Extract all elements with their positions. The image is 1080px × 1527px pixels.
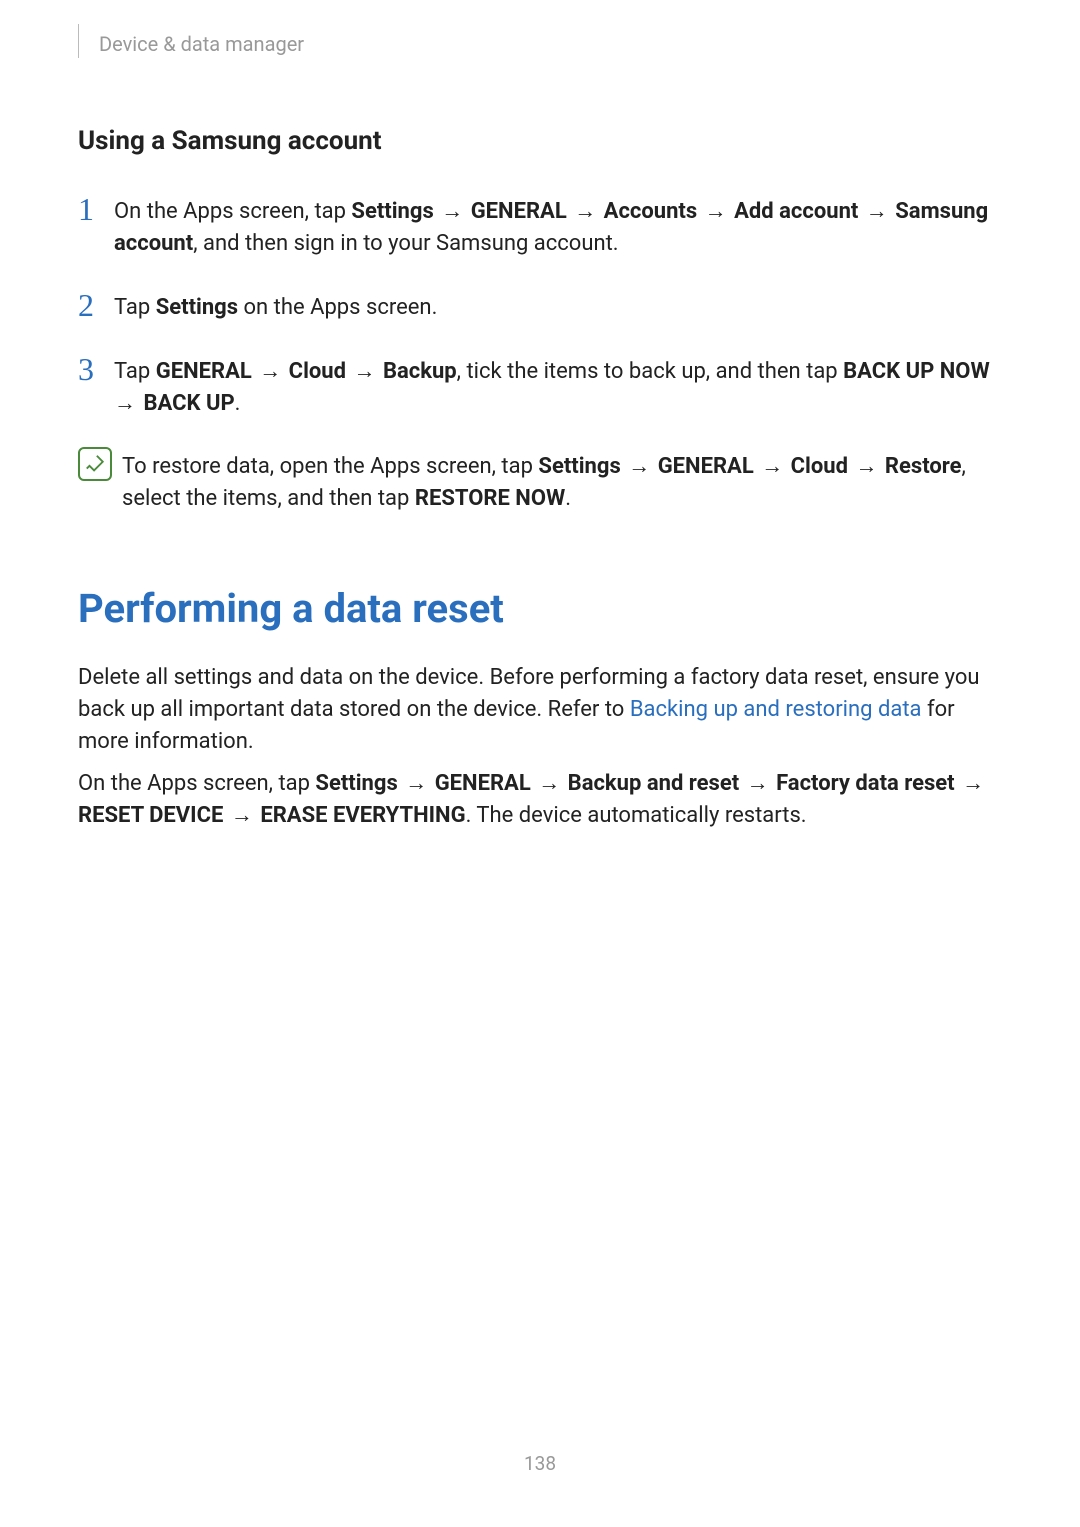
text: On the Apps screen, tap bbox=[114, 199, 351, 224]
step-number: 1 bbox=[78, 192, 114, 227]
bold: Backup and reset bbox=[568, 771, 740, 796]
bold: ERASE EVERYTHING bbox=[260, 803, 465, 828]
page-number: 138 bbox=[0, 1452, 1080, 1475]
bold: RESTORE NOW bbox=[415, 486, 565, 511]
arrow: → bbox=[398, 771, 435, 796]
arrow: → bbox=[858, 199, 895, 224]
note-block: To restore data, open the Apps screen, t… bbox=[78, 447, 1002, 515]
step-text: Tap GENERAL → Cloud → Backup, tick the i… bbox=[114, 352, 1002, 420]
step-3: 3 Tap GENERAL → Cloud → Backup, tick the… bbox=[78, 352, 1002, 420]
arrow: → bbox=[739, 771, 776, 796]
bold: Factory data reset bbox=[776, 771, 955, 796]
bold: Settings bbox=[351, 199, 433, 224]
body-paragraph: Delete all settings and data on the devi… bbox=[78, 662, 1002, 758]
arrow: → bbox=[754, 454, 791, 479]
bold: Cloud bbox=[289, 359, 346, 384]
arrow: → bbox=[697, 199, 734, 224]
text: Tap bbox=[114, 295, 156, 320]
bold: BACK UP NOW bbox=[843, 359, 990, 384]
bold: Settings bbox=[156, 295, 238, 320]
arrow: → bbox=[955, 771, 986, 796]
bold: Backup bbox=[383, 359, 457, 384]
text: . bbox=[565, 486, 571, 511]
arrow: → bbox=[621, 454, 658, 479]
arrow: → bbox=[567, 199, 604, 224]
bold: BACK UP bbox=[143, 391, 234, 416]
bold: Cloud bbox=[791, 454, 848, 479]
step-number: 2 bbox=[78, 288, 114, 323]
text: On the Apps screen, tap bbox=[78, 771, 315, 796]
arrow: → bbox=[848, 454, 885, 479]
text: Tap bbox=[114, 359, 156, 384]
bold: GENERAL bbox=[658, 454, 754, 479]
main-heading: Performing a data reset bbox=[78, 585, 1002, 632]
text: , tick the items to back up, and then ta… bbox=[457, 359, 843, 384]
bold: Add account bbox=[734, 199, 858, 224]
text: on the Apps screen. bbox=[238, 295, 437, 320]
text: To restore data, open the Apps screen, t… bbox=[122, 454, 538, 479]
breadcrumb-text: Device & data manager bbox=[99, 32, 304, 56]
body-paragraph: On the Apps screen, tap Settings → GENER… bbox=[78, 768, 1002, 832]
bold: GENERAL bbox=[156, 359, 252, 384]
step-1: 1 On the Apps screen, tap Settings → GEN… bbox=[78, 192, 1002, 260]
bold: Settings bbox=[538, 454, 620, 479]
page-content: Device & data manager Using a Samsung ac… bbox=[0, 0, 1080, 892]
step-2: 2 Tap Settings on the Apps screen. bbox=[78, 288, 1002, 324]
text: . The device automatically restarts. bbox=[466, 803, 807, 828]
step-text: On the Apps screen, tap Settings → GENER… bbox=[114, 192, 1002, 260]
header-divider bbox=[78, 24, 79, 58]
note-text: To restore data, open the Apps screen, t… bbox=[122, 447, 1002, 515]
note-icon-wrap bbox=[78, 447, 122, 481]
page-header: Device & data manager bbox=[78, 30, 1002, 58]
bold: Settings bbox=[315, 771, 397, 796]
bold: Accounts bbox=[604, 199, 698, 224]
section-title: Using a Samsung account bbox=[78, 126, 1002, 156]
step-text: Tap Settings on the Apps screen. bbox=[114, 288, 437, 324]
bold: Restore bbox=[885, 454, 962, 479]
text: , and then sign in to your Samsung accou… bbox=[193, 231, 618, 256]
arrow: → bbox=[531, 771, 568, 796]
arrow: → bbox=[252, 359, 289, 384]
bold: GENERAL bbox=[471, 199, 567, 224]
link-text[interactable]: Backing up and restoring data bbox=[630, 697, 922, 722]
step-number: 3 bbox=[78, 352, 114, 387]
text: . bbox=[235, 391, 241, 416]
arrow: → bbox=[434, 199, 471, 224]
arrow: → bbox=[223, 803, 260, 828]
bold: RESET DEVICE bbox=[78, 803, 223, 828]
arrow: → bbox=[346, 359, 383, 384]
bold: GENERAL bbox=[435, 771, 531, 796]
note-icon bbox=[78, 447, 112, 481]
